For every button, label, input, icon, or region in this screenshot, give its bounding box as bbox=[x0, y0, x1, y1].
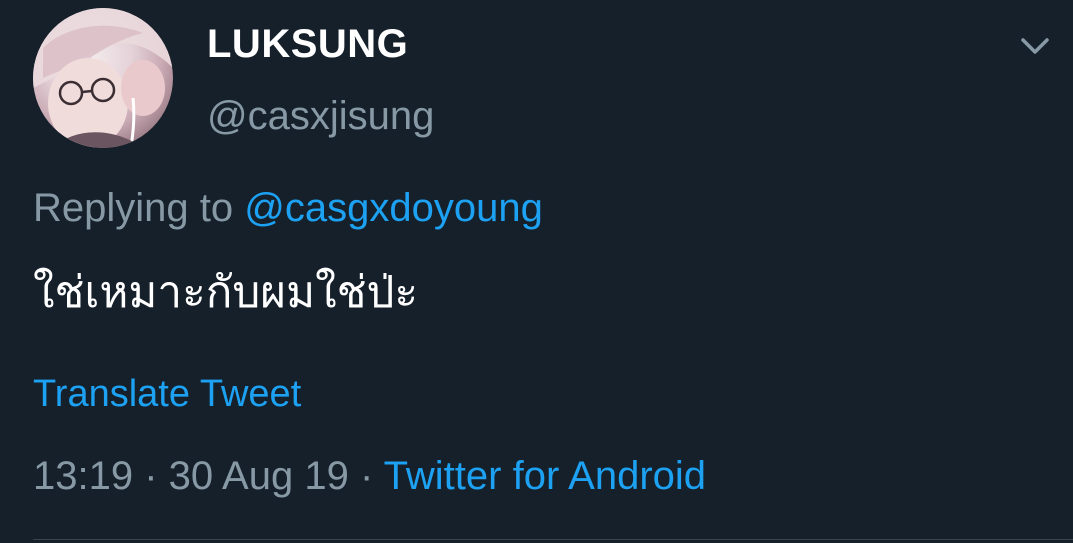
avatar[interactable] bbox=[33, 8, 173, 148]
replying-to-line: Replying to @casgxdoyoung bbox=[33, 186, 543, 231]
tweet-time[interactable]: 13:19 bbox=[33, 454, 133, 498]
translate-tweet-link[interactable]: Translate Tweet bbox=[33, 373, 301, 416]
meta-separator: · bbox=[133, 454, 169, 498]
meta-separator: · bbox=[348, 454, 384, 498]
divider bbox=[33, 539, 1073, 540]
replying-to-handle-link[interactable]: @casgxdoyoung bbox=[244, 186, 543, 230]
replying-to-label: Replying to bbox=[33, 186, 245, 230]
user-handle[interactable]: @casxjisung bbox=[207, 94, 434, 139]
tweet-source-link[interactable]: Twitter for Android bbox=[384, 454, 706, 498]
tweet-text: ใช่เหมาะกับผมใช่ป่ะ bbox=[33, 267, 418, 318]
tweet-metadata: 13:19 · 30 Aug 19 · Twitter for Android bbox=[33, 454, 706, 499]
avatar-photo bbox=[33, 8, 173, 148]
tweet-date[interactable]: 30 Aug 19 bbox=[169, 454, 349, 498]
chevron-down-icon[interactable] bbox=[1018, 33, 1052, 59]
display-name[interactable]: LUKSUNG bbox=[207, 22, 408, 67]
